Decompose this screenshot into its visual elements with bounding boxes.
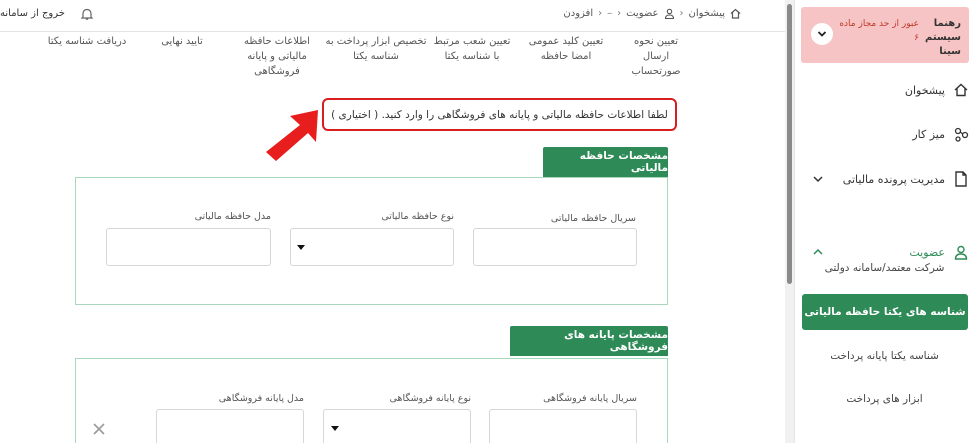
terminal-model-input[interactable]: [156, 409, 304, 443]
memory-serial-label: سریال حافظه مالیاتی: [550, 213, 636, 224]
caret-down-icon: [297, 245, 305, 250]
topbar: پیشخوان › عضویت › – › افزودن خروج از سام…: [0, 0, 785, 32]
home-icon: [730, 8, 741, 19]
terminal-serial-label: سریال پایانه فروشگاهی: [543, 393, 637, 404]
sidebar-subitem-payment-terminal-id[interactable]: شناسه یکتا پایانه پرداخت: [795, 338, 975, 374]
terminal-type-select[interactable]: [323, 409, 471, 443]
sidebar-subitem-memory-ids[interactable]: شناسه های یکتا حافظه مالیاتی: [802, 294, 968, 330]
step-branches: تعیین شعب مرتبط با شناسه یکتا: [433, 36, 511, 62]
breadcrumb-item-add: افزودن: [563, 8, 594, 19]
sidebar-subitem-trusted-company[interactable]: شرکت معتمد/سامانه دولتی: [795, 250, 975, 286]
breadcrumb-separator: ›: [598, 8, 603, 19]
memory-model-input[interactable]: [106, 228, 271, 266]
user-status: عبور از حد مجاز ماده ۶: [839, 19, 919, 43]
step-final-approval: تایید نهایی: [161, 36, 203, 47]
terminal-model-label: مدل پایانه فروشگاهی: [218, 393, 304, 404]
memory-type-label: نوع حافظه مالیاتی: [381, 211, 454, 222]
terminal-section-title: مشخصات پایانه های فروشگاهی: [510, 326, 668, 356]
close-icon[interactable]: [92, 422, 106, 436]
sidebar: رهنما سیستم سینا عبور از حد مجاز ماده ۶ …: [794, 0, 975, 443]
terminal-type-label: نوع پایانه فروشگاهی: [389, 393, 471, 404]
instruction-message: لطفا اطلاعات حافظه مالیاتی و پایانه های …: [322, 98, 677, 131]
document-icon: [953, 171, 969, 187]
memory-model-label: مدل حافظه مالیاتی: [194, 211, 271, 222]
breadcrumb-separator: ›: [617, 8, 622, 19]
step-receive-id: دریافت شناسه یکتا: [47, 36, 127, 47]
sidebar-item-label: میز کار: [912, 127, 945, 141]
user-banner[interactable]: رهنما سیستم سینا عبور از حد مجاز ماده ۶: [801, 7, 969, 63]
memory-type-select[interactable]: [290, 228, 454, 266]
terminal-serial-input[interactable]: [489, 409, 637, 443]
memory-serial-input[interactable]: [473, 228, 637, 266]
bell-icon[interactable]: [80, 7, 94, 21]
step-payment-tools: تخصیص ابزار پرداخت به شناسه یکتا: [325, 36, 427, 62]
breadcrumb-dash: –: [607, 8, 613, 19]
sidebar-subitem-payment-tools[interactable]: ابزار های پرداخت: [795, 381, 975, 417]
sidebar-item-dashboard[interactable]: پیشخوان: [795, 73, 975, 107]
sidebar-item-tax-file[interactable]: مدیریت پرونده مالیاتی: [795, 162, 975, 196]
chevron-down-icon: [817, 31, 827, 37]
user-name: رهنما سیستم سینا: [925, 18, 962, 57]
breadcrumb-separator: ›: [679, 8, 684, 19]
arrow-pointer-icon: [266, 110, 318, 161]
sidebar-item-label: مدیریت پرونده مالیاتی: [842, 172, 945, 186]
caret-down-icon: [331, 426, 339, 431]
breadcrumb-item-dashboard[interactable]: پیشخوان: [689, 8, 725, 19]
step-memory-terminal-info: اطلاعات حافظه مالیاتی و پایانه فروشگاهی: [244, 36, 310, 77]
sidebar-item-label: پیشخوان: [904, 83, 945, 97]
step-invoice-method: تعیین نحوه ارسال صورتحساب: [631, 36, 681, 77]
step-public-key: تعیین کلید عمومی امضا حافظه: [528, 36, 604, 62]
user-icon: [664, 8, 675, 19]
breadcrumb-item-membership[interactable]: عضویت: [626, 8, 658, 19]
memory-section-title: مشخصات حافظه مالیاتی: [543, 147, 668, 177]
chevron-down-icon: [813, 176, 823, 183]
sidebar-item-workdesk[interactable]: میز کار: [795, 117, 975, 151]
scrollbar-thumb[interactable]: [787, 4, 792, 284]
breadcrumb: پیشخوان › عضویت › – › افزودن: [563, 8, 741, 19]
user-menu-toggle[interactable]: [811, 23, 833, 45]
home-icon: [953, 82, 969, 98]
workflow-icon: [953, 126, 969, 142]
logout-link[interactable]: خروج از سامانه: [0, 8, 65, 19]
